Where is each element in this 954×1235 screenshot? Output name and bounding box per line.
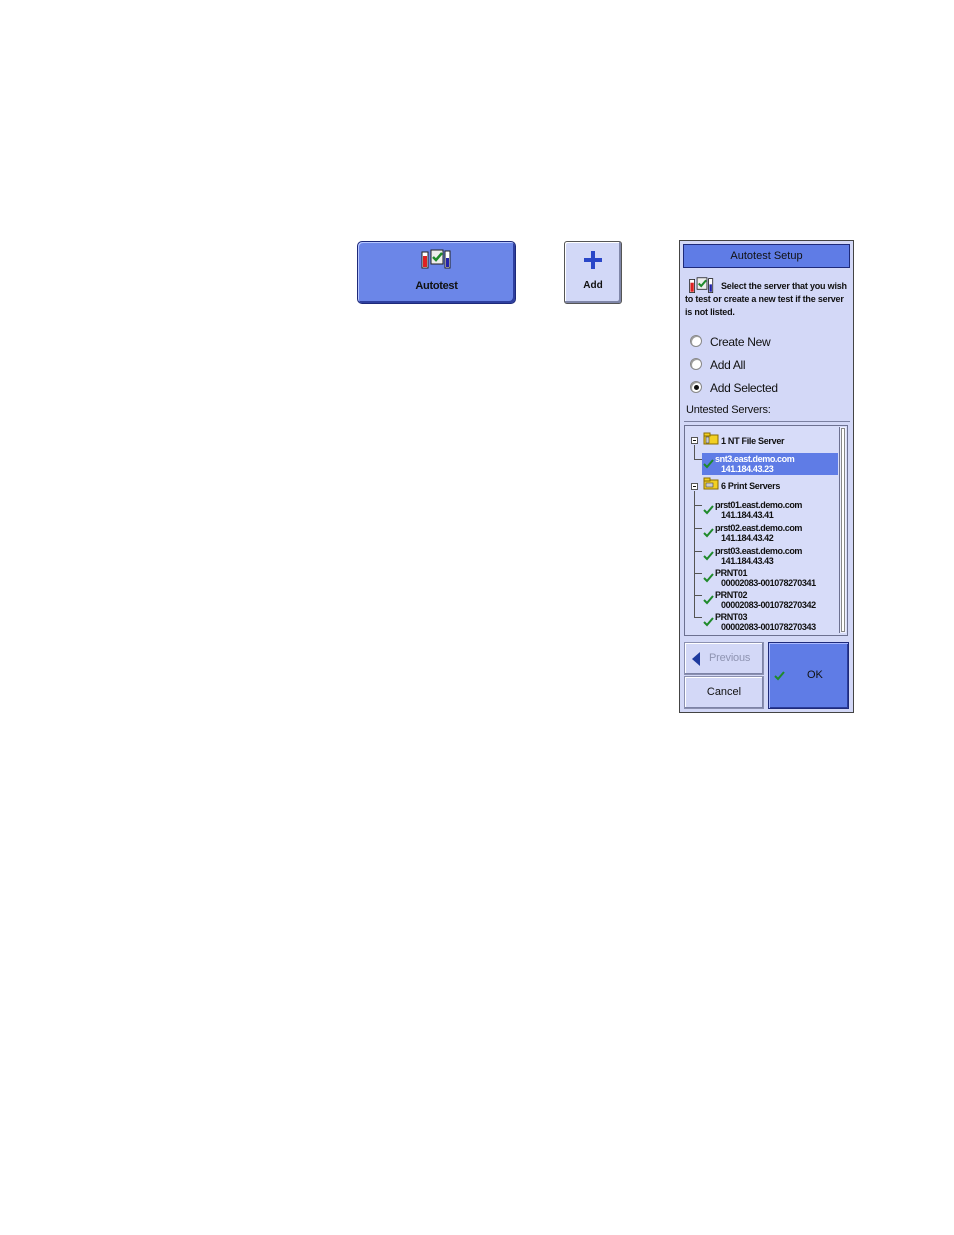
tree-connector	[694, 595, 702, 596]
tree-connector	[694, 528, 702, 529]
collapse-toggle-icon[interactable]	[691, 437, 698, 444]
check-icon	[774, 671, 785, 681]
tree-group-label[interactable]: 6 Print Servers	[721, 481, 780, 491]
check-icon	[703, 617, 714, 627]
server-address: 00002083-001078270342	[721, 600, 816, 610]
add-button[interactable]: Add	[564, 241, 622, 304]
previous-button-label: Previous	[709, 652, 751, 664]
autotest-button[interactable]: Autotest	[357, 241, 516, 304]
scrollbar-thumb[interactable]	[841, 428, 845, 632]
ok-button-label: OK	[807, 669, 823, 681]
server-name: snt3.east.demo.com	[715, 454, 795, 464]
add-button-label: Add	[583, 280, 603, 291]
collapse-toggle-icon[interactable]	[691, 483, 698, 490]
autotest-icon	[421, 249, 451, 269]
autotest-setup-dialog: Autotest Setup Select the server that yo…	[679, 240, 854, 713]
tree-connector	[694, 459, 702, 460]
ok-button[interactable]: OK	[768, 642, 849, 709]
server-address: 141.184.43.23	[721, 464, 774, 474]
server-address: 00002083-001078270341	[721, 578, 816, 588]
cancel-button[interactable]: Cancel	[684, 676, 764, 709]
server-address: 141.184.43.43	[721, 556, 774, 566]
tree-group-label[interactable]: 1 NT File Server	[721, 436, 785, 446]
divider	[684, 421, 850, 422]
server-name: prst02.east.demo.com	[715, 523, 803, 533]
radio-button[interactable]	[690, 335, 702, 347]
back-arrow-icon	[692, 652, 700, 666]
check-icon	[703, 459, 714, 469]
tree-connector	[694, 505, 702, 506]
check-icon	[703, 551, 714, 561]
server-address: 141.184.43.42	[721, 533, 774, 543]
folder-server-icon	[703, 432, 719, 445]
radio-label: Add Selected	[710, 381, 778, 395]
tree-connector	[694, 573, 702, 574]
server-name: prst01.east.demo.com	[715, 500, 803, 510]
dialog-title: Autotest Setup	[683, 244, 850, 268]
plus-icon	[584, 251, 602, 269]
radio-button[interactable]	[690, 358, 702, 370]
server-address: 141.184.43.41	[721, 510, 774, 520]
server-name: PRNT02	[715, 590, 748, 600]
check-icon	[703, 505, 714, 515]
server-name: PRNT03	[715, 612, 748, 622]
radio-button[interactable]	[690, 381, 702, 393]
server-tree[interactable]: 1 NT File Server snt3.east.demo.com 141.…	[684, 425, 848, 636]
untested-servers-label: Untested Servers:	[686, 404, 771, 416]
previous-button[interactable]: Previous	[684, 642, 764, 675]
folder-printer-icon	[703, 477, 719, 490]
server-name: PRNT01	[715, 568, 748, 578]
check-icon	[703, 528, 714, 538]
tree-connector	[694, 445, 695, 459]
radio-label: Create New	[710, 335, 771, 349]
dialog-prompt: Select the server that you wish to test …	[685, 281, 847, 317]
server-address: 00002083-001078270343	[721, 622, 816, 632]
check-icon	[703, 573, 714, 583]
tree-connector	[694, 491, 695, 617]
tree-connector	[694, 551, 702, 552]
check-icon	[703, 595, 714, 605]
tree-scrollbar[interactable]	[839, 427, 846, 633]
server-name: prst03.east.demo.com	[715, 546, 803, 556]
tree-item-snt3[interactable]: snt3.east.demo.com 141.184.43.23	[702, 453, 838, 475]
cancel-button-label: Cancel	[706, 686, 742, 698]
tree-connector	[694, 617, 702, 618]
radio-label: Add All	[710, 358, 746, 372]
autotest-button-label: Autotest	[415, 280, 458, 292]
